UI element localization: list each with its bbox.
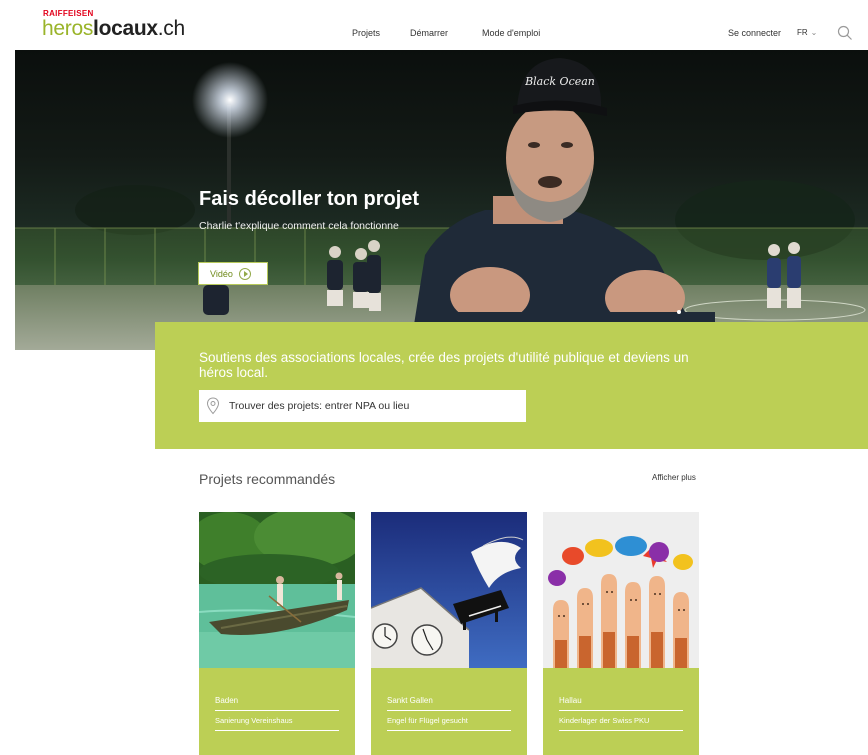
banner-text: Soutiens des associations locales, crée …: [199, 350, 689, 380]
page: RAIFFEISEN heroslocaux.ch Projets Démarr…: [0, 0, 868, 755]
nav-mode-emploi[interactable]: Mode d'emploi: [482, 28, 540, 38]
search-banner: Soutiens des associations locales, crée …: [155, 322, 868, 449]
card-location: Baden: [215, 696, 339, 711]
logo-tld: .ch: [157, 17, 185, 40]
video-label: Vidéo: [210, 268, 233, 279]
hero-title: Fais décoller ton projet: [199, 188, 420, 210]
project-image-angel-piano: [371, 512, 527, 668]
chevron-down-icon: ⌄: [810, 28, 818, 37]
project-image-rowing: [199, 512, 355, 668]
cap-logo-text: Black Ocean: [524, 75, 595, 88]
video-button[interactable]: Vidéo: [198, 262, 268, 285]
location-pin-icon: [206, 397, 220, 415]
search-icon[interactable]: [836, 24, 854, 42]
hero-subtitle: Charlie t'explique comment cela fonction…: [199, 220, 399, 232]
project-card-baden[interactable]: Baden Sanierung Vereinshaus: [199, 512, 355, 755]
show-more-link[interactable]: Afficher plus: [652, 473, 696, 482]
language-selector[interactable]: FR ⌄: [797, 28, 817, 37]
card-project: Sanierung Vereinshaus: [215, 716, 339, 731]
hero-banner: Black Ocean Fais décoller ton projet Cha…: [15, 50, 868, 350]
card-project: Kinderlager der Swiss PKU: [559, 716, 683, 731]
logo-heros: heros: [42, 17, 94, 40]
play-icon: [238, 267, 251, 280]
project-card-sankt-gallen[interactable]: Sankt Gallen Engel für Flügel gesucht: [371, 512, 527, 755]
nav-projets[interactable]: Projets: [352, 28, 380, 38]
nav-demarrer[interactable]: Démarrer: [410, 28, 448, 38]
hero-image: Black Ocean: [15, 58, 868, 350]
project-image-hands: [543, 512, 699, 668]
location-search-input[interactable]: Trouver des projets: entrer NPA ou lieu: [199, 390, 526, 422]
card-location: Hallau: [559, 696, 683, 711]
site-header: RAIFFEISEN heroslocaux.ch Projets Démarr…: [0, 0, 868, 50]
recommended-title: Projets recommandés: [199, 471, 336, 487]
logo-locaux: locaux: [93, 17, 158, 40]
project-card-hallau[interactable]: Hallau Kinderlager der Swiss PKU: [543, 512, 699, 755]
search-placeholder: Trouver des projets: entrer NPA ou lieu: [229, 400, 410, 412]
language-label: FR: [797, 28, 808, 37]
site-logo[interactable]: heroslocaux.ch: [42, 17, 185, 41]
login-link[interactable]: Se connecter: [728, 28, 781, 38]
card-project: Engel für Flügel gesucht: [387, 716, 511, 731]
card-location: Sankt Gallen: [387, 696, 511, 711]
